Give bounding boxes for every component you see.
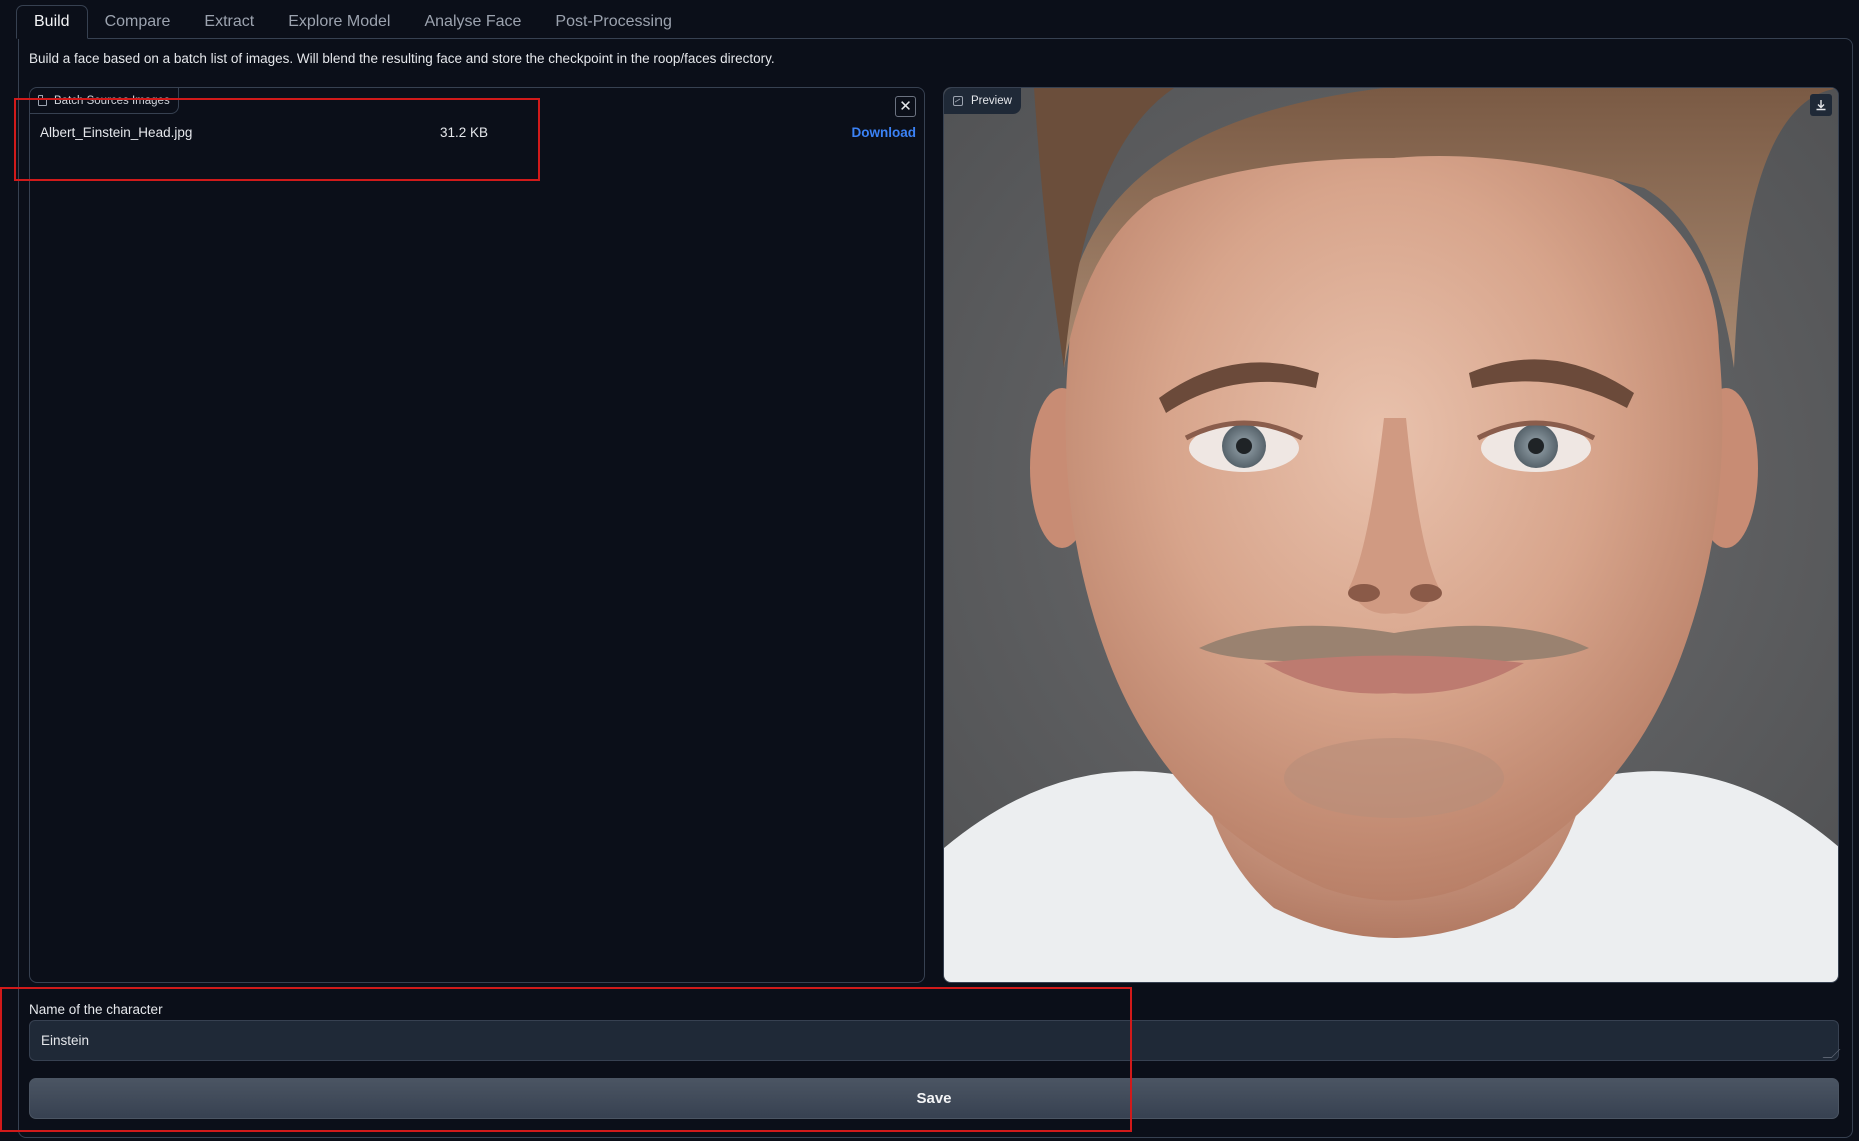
build-description: Build a face based on a batch list of im… <box>29 51 775 66</box>
file-download-link[interactable]: Download <box>852 125 917 140</box>
download-preview-button[interactable] <box>1810 94 1832 116</box>
tab-compare[interactable]: Compare <box>88 5 188 39</box>
tab-analyse-face[interactable]: Analyse Face <box>407 5 538 39</box>
preview-panel: Preview <box>943 87 1839 983</box>
file-row: Albert_Einstein_Head.jpg 31.2 KB Downloa… <box>40 120 916 144</box>
tab-extract[interactable]: Extract <box>187 5 271 39</box>
preview-label: Preview <box>944 88 1021 114</box>
tab-post-processing[interactable]: Post-Processing <box>538 5 689 39</box>
batch-sources-label-text: Batch Sources Images <box>54 94 170 107</box>
tab-build[interactable]: Build <box>16 5 88 39</box>
file-size: 31.2 KB <box>440 124 489 140</box>
file-icon <box>38 95 47 106</box>
save-button[interactable]: Save <box>29 1078 1839 1119</box>
image-icon <box>953 96 963 106</box>
file-name: Albert_Einstein_Head.jpg <box>40 124 193 140</box>
close-icon: ✕ <box>899 98 912 115</box>
batch-sources-panel[interactable]: Batch Sources Images ✕ Albert_Einstein_H… <box>29 87 925 983</box>
batch-sources-label: Batch Sources Images <box>30 88 179 114</box>
download-icon <box>1816 100 1826 111</box>
preview-label-text: Preview <box>971 95 1012 107</box>
clear-files-button[interactable]: ✕ <box>895 96 916 117</box>
character-name-label: Name of the character <box>29 1002 163 1017</box>
tab-explore-model[interactable]: Explore Model <box>271 5 407 39</box>
face-preview-image <box>944 88 1838 982</box>
character-name-input[interactable] <box>29 1020 1839 1061</box>
tab-bar: Build Compare Extract Explore Model Anal… <box>16 5 689 39</box>
app: Build Compare Extract Explore Model Anal… <box>0 0 1859 1141</box>
